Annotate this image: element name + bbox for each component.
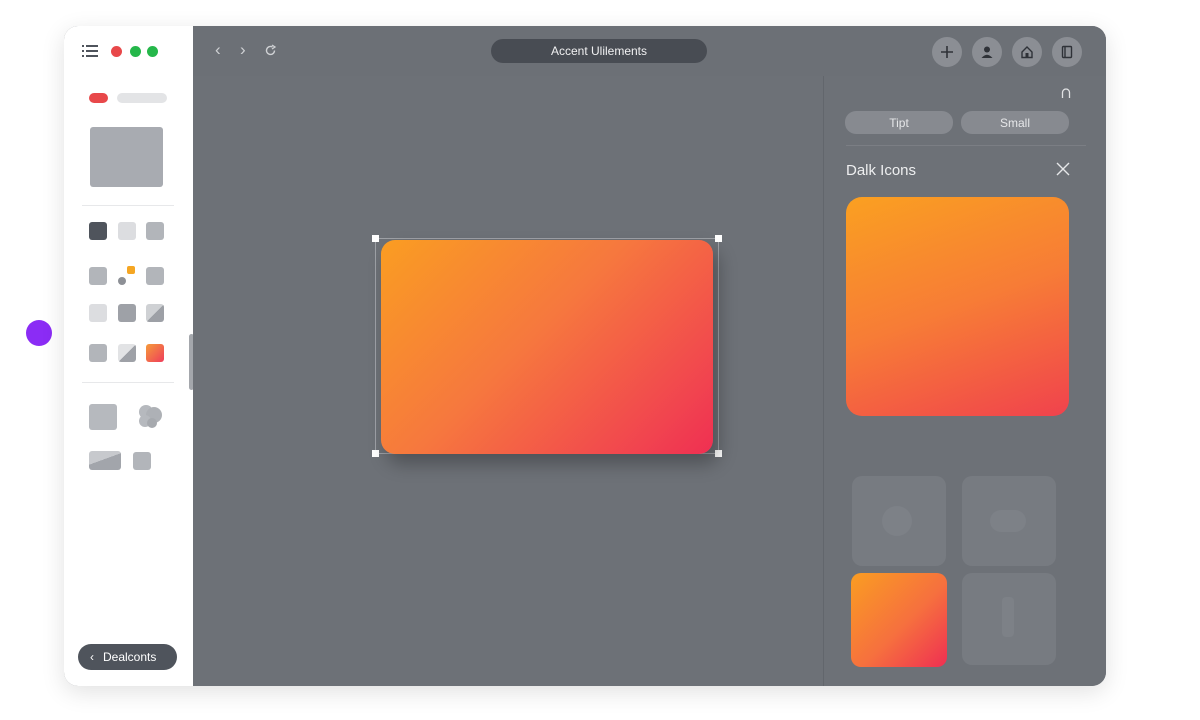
resize-handle-top-right[interactable] — [715, 235, 722, 242]
orange-dot-icon[interactable] — [127, 266, 135, 274]
sidebar-divider — [82, 382, 174, 383]
icon-tile[interactable] — [962, 476, 1056, 566]
design-canvas[interactable] — [193, 76, 823, 686]
icon-tile[interactable] — [962, 573, 1056, 665]
close-window-dot[interactable] — [111, 46, 122, 57]
maximize-window-dot[interactable] — [147, 46, 158, 57]
left-sidebar: ‹ Dealconts — [64, 26, 193, 686]
chevron-right-icon[interactable]: › — [240, 41, 246, 59]
panel-title: Dalk Icons — [846, 162, 917, 179]
cloud-shape-icon[interactable] — [136, 403, 164, 429]
swatch-gradient[interactable] — [146, 344, 164, 362]
gray-dot-icon[interactable] — [118, 277, 126, 285]
swatch-gray[interactable] — [89, 344, 107, 362]
swatch-split[interactable] — [118, 344, 136, 362]
segment-small[interactable]: Small — [961, 111, 1069, 134]
minimize-window-dot[interactable] — [130, 46, 141, 57]
cloud-icon — [990, 510, 1026, 532]
panel-divider — [846, 145, 1086, 146]
accent-color-pill[interactable] — [89, 93, 108, 103]
home-icon — [1021, 46, 1033, 59]
refresh-icon[interactable] — [264, 44, 277, 57]
swatch-gray[interactable] — [118, 304, 136, 322]
resize-handle-bottom-right[interactable] — [715, 450, 722, 457]
top-toolbar: ‹ › Accent Ulilements — [193, 26, 1106, 76]
icon-tile[interactable] — [852, 476, 946, 566]
close-icon[interactable] — [1055, 161, 1071, 177]
floating-accent-dot[interactable] — [26, 320, 52, 346]
swatch-light[interactable] — [118, 222, 136, 240]
resize-handle-top-left[interactable] — [372, 235, 379, 242]
sidebar-divider — [82, 205, 174, 206]
resize-handle-bottom-left[interactable] — [372, 450, 379, 457]
swatch-light[interactable] — [89, 304, 107, 322]
document-title[interactable]: Accent Ulilements — [491, 39, 707, 63]
back-button-label: Dealconts — [103, 650, 157, 664]
selected-gradient-card[interactable] — [381, 240, 713, 454]
user-button[interactable] — [972, 37, 1002, 67]
back-button[interactable]: ‹ Dealconts — [78, 644, 177, 670]
swatch-gray[interactable] — [146, 222, 164, 240]
swatch-dark[interactable] — [89, 222, 107, 240]
icon-tile-gradient[interactable] — [851, 573, 947, 667]
chevron-left-icon[interactable]: ‹ — [215, 41, 221, 59]
menu-icon[interactable] — [82, 45, 98, 57]
add-button[interactable] — [932, 37, 962, 67]
bar-icon — [1002, 597, 1014, 637]
plus-icon — [941, 46, 953, 58]
user-icon — [981, 46, 993, 58]
swatch-gray[interactable] — [89, 267, 107, 285]
app-window: ‹ Dealconts ‹ › Accent Ulilements Tipt S… — [64, 26, 1106, 686]
library-button[interactable] — [1052, 37, 1082, 67]
gradient-preview-swatch[interactable] — [846, 197, 1069, 416]
book-icon — [1061, 45, 1073, 59]
inspector-panel: Tipt Small Dalk Icons — [823, 76, 1106, 686]
shape-square-icon[interactable] — [89, 404, 117, 430]
swatch-split[interactable] — [146, 304, 164, 322]
chevron-left-icon: ‹ — [90, 650, 94, 664]
swatch-gray[interactable] — [133, 452, 151, 470]
swatch-gray[interactable] — [146, 267, 164, 285]
segment-tipt[interactable]: Tipt — [845, 111, 953, 134]
layer-preview-thumbnail[interactable] — [90, 127, 163, 187]
accent-name-placeholder — [117, 93, 167, 103]
moon-icon — [882, 506, 912, 536]
image-shape-icon[interactable] — [89, 451, 121, 470]
arch-icon[interactable] — [1059, 86, 1073, 100]
home-button[interactable] — [1012, 37, 1042, 67]
